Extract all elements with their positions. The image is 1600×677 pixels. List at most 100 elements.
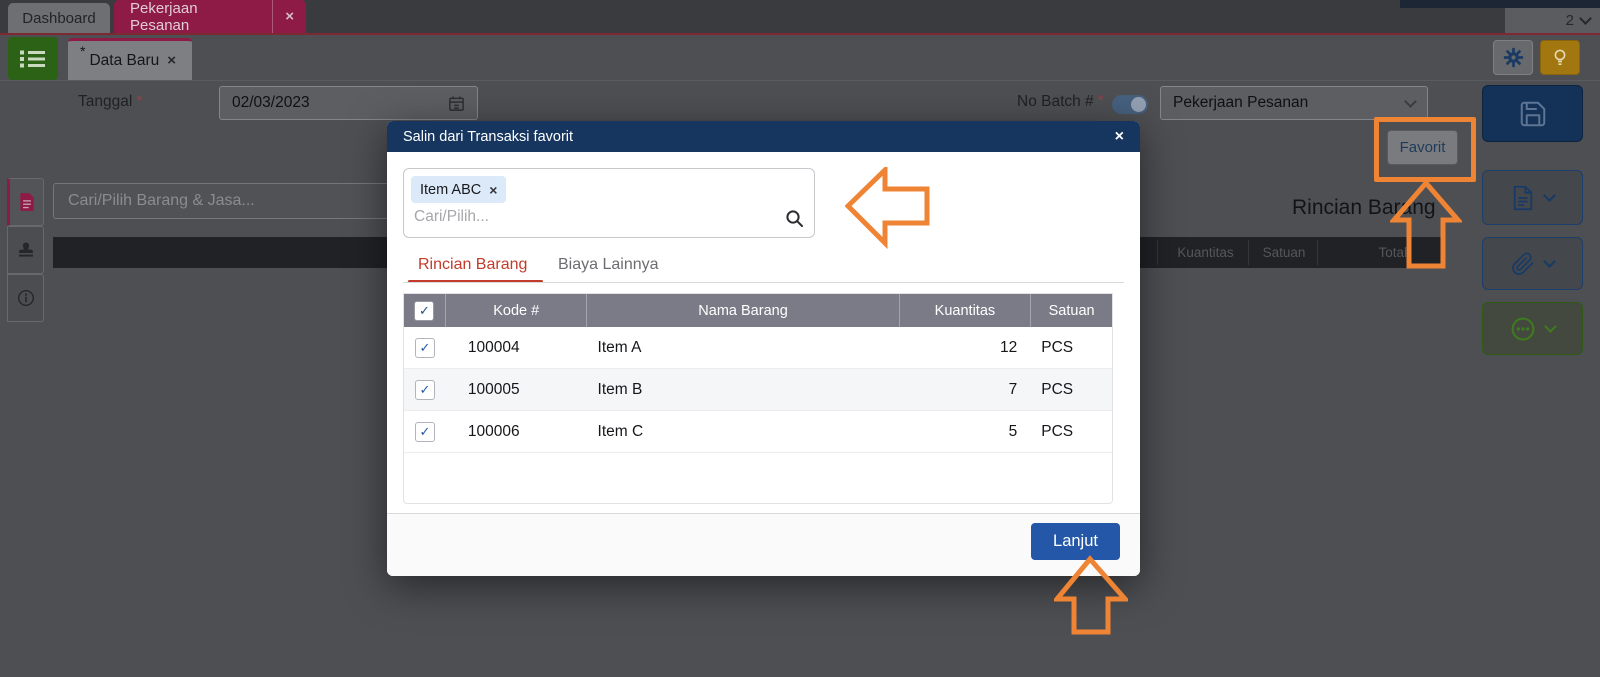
cell-satuan: PCS — [1041, 380, 1074, 398]
tab-dashboard-label: Dashboard — [22, 9, 96, 27]
tab-data-baru-close-icon[interactable]: × — [167, 52, 176, 69]
column-divider — [1248, 240, 1249, 265]
transaction-type-select[interactable]: Pekerjaan Pesanan — [1160, 86, 1428, 120]
cell-kode: 100005 — [467, 380, 520, 398]
lightbulb-icon — [1554, 49, 1566, 65]
tab-dashboard[interactable]: Dashboard — [8, 3, 110, 33]
required-mark: * — [136, 93, 143, 110]
cell-kuantitas: 12 — [999, 338, 1018, 356]
column-header-kode: Kode # — [446, 294, 588, 327]
favorite-items-table: ✓ Kode # Nama Barang Kuantitas Satuan ✓ … — [403, 293, 1113, 504]
calendar-icon[interactable] — [448, 95, 465, 112]
tab-pekerjaan-pesanan[interactable]: Pekerjaan Pesanan × — [114, 0, 306, 34]
row-checkbox[interactable]: ✓ — [414, 337, 435, 358]
tanggal-label: Tanggal * — [78, 93, 143, 110]
table-header-row: ✓ Kode # Nama Barang Kuantitas Satuan — [404, 294, 1112, 327]
chip-label: Item ABC — [420, 181, 482, 198]
column-header-satuan: Satuan — [1262, 245, 1306, 260]
tab-close-icon[interactable]: × — [272, 0, 306, 33]
tab-rincian-barang[interactable]: Rincian Barang — [418, 256, 527, 274]
sidebar-tab-detail-barang[interactable] — [7, 178, 44, 226]
column-header-kuantitas: Kuantitas — [1177, 245, 1234, 260]
copy-favorite-transaction-dialog: Salin dari Transaksi favorit × Item ABC … — [387, 121, 1140, 576]
chevron-down-icon — [1579, 12, 1592, 25]
menu-button[interactable] — [8, 37, 58, 80]
cell-nama: Item A — [597, 338, 642, 356]
no-batch-label: No Batch # * — [1017, 93, 1104, 110]
table-row[interactable]: ✓ 100006 Item C 5 PCS — [404, 411, 1112, 453]
row-checkbox[interactable]: ✓ — [414, 421, 435, 442]
sidebar-tab-stamp[interactable] — [7, 226, 44, 274]
save-button[interactable] — [1482, 85, 1583, 142]
user-count-value: 2 — [1565, 12, 1574, 29]
ellipsis-circle-icon — [1511, 317, 1535, 340]
tab-biaya-lainnya[interactable]: Biaya Lainnya — [558, 256, 659, 274]
gear-icon — [1503, 47, 1523, 68]
selected-item-chip: Item ABC × — [411, 176, 507, 203]
cell-kode: 100004 — [467, 338, 520, 356]
table-row[interactable]: ✓ 100004 Item A 12 PCS — [404, 327, 1112, 369]
chevron-down-icon — [1543, 255, 1556, 268]
item-search-placeholder: Cari/Pilih Barang & Jasa... — [68, 192, 255, 209]
cell-satuan: PCS — [1041, 338, 1074, 356]
column-header-nama: Nama Barang — [587, 294, 900, 327]
list-menu-icon — [20, 50, 45, 67]
document-actions-button[interactable] — [1482, 170, 1583, 225]
annotation-arrow-up-lanjut — [1054, 555, 1128, 635]
save-floppy-icon — [1520, 101, 1545, 126]
annotation-arrow-up-favorit — [1390, 180, 1462, 269]
annotation-arrow-left-search — [845, 167, 930, 249]
dialog-footer — [387, 514, 1140, 576]
chevron-down-icon — [1544, 320, 1557, 333]
cell-nama: Item C — [597, 422, 644, 440]
info-icon — [17, 289, 34, 307]
cell-nama: Item B — [597, 380, 643, 398]
tanggal-input[interactable]: 02/03/2023 — [219, 86, 478, 120]
no-batch-toggle[interactable] — [1112, 95, 1148, 114]
required-mark: * — [1097, 93, 1104, 110]
annotation-highlight-favorit — [1374, 117, 1476, 182]
chip-remove-icon[interactable]: × — [489, 182, 497, 198]
user-count-dropdown[interactable]: 2 — [1505, 8, 1600, 33]
dialog-title: Salin dari Transaksi favorit — [403, 128, 574, 145]
continue-button-label: Lanjut — [1053, 532, 1098, 550]
table-row[interactable]: ✓ 100005 Item B 7 PCS — [404, 369, 1112, 411]
select-all-checkbox[interactable]: ✓ — [414, 300, 435, 321]
unsaved-marker: * — [80, 43, 86, 59]
stamp-icon — [18, 242, 33, 257]
tab-data-baru-label: Data Baru — [89, 51, 160, 69]
app-window: Dashboard Pekerjaan Pesanan × 2 * Data B… — [0, 0, 1600, 677]
document-icon — [1513, 185, 1533, 210]
tab-pekerjaan-pesanan-label: Pekerjaan Pesanan — [130, 0, 198, 34]
toolbar-divider — [0, 80, 1600, 81]
more-actions-button[interactable] — [1482, 302, 1583, 355]
attachments-button[interactable] — [1482, 237, 1583, 290]
tips-button[interactable] — [1540, 40, 1580, 75]
column-divider — [1157, 240, 1158, 265]
cell-satuan: PCS — [1041, 422, 1074, 440]
cell-kode: 100006 — [467, 422, 520, 440]
dialog-close-icon[interactable]: × — [1115, 128, 1124, 146]
chevron-down-icon — [1404, 94, 1417, 108]
search-icon[interactable] — [785, 209, 804, 228]
favorite-picker-field[interactable]: Item ABC × Cari/Pilih... — [403, 168, 815, 238]
toggle-knob — [1131, 97, 1146, 112]
header-checkbox-cell: ✓ — [404, 294, 446, 327]
paperclip-icon — [1512, 252, 1534, 275]
dialog-tabs: Rincian Barang Biaya Lainnya — [387, 256, 1140, 282]
chevron-down-icon — [1543, 189, 1556, 202]
sidebar-tab-info[interactable] — [7, 274, 44, 322]
dialog-header: Salin dari Transaksi favorit × — [387, 121, 1140, 152]
column-header-kuantitas: Kuantitas — [900, 294, 1032, 327]
tab-data-baru[interactable]: * Data Baru × — [68, 38, 192, 80]
tanggal-value: 02/03/2023 — [232, 94, 310, 111]
cell-kuantitas: 7 — [1008, 380, 1018, 398]
column-header-satuan: Satuan — [1048, 302, 1095, 319]
top-right-strip — [1400, 0, 1600, 8]
row-checkbox[interactable]: ✓ — [414, 379, 435, 400]
tabs-divider — [403, 282, 1124, 283]
transaction-type-value: Pekerjaan Pesanan — [1173, 94, 1309, 111]
settings-button[interactable] — [1493, 40, 1533, 75]
document-lines-icon — [19, 193, 34, 211]
picker-search-placeholder: Cari/Pilih... — [414, 208, 489, 225]
